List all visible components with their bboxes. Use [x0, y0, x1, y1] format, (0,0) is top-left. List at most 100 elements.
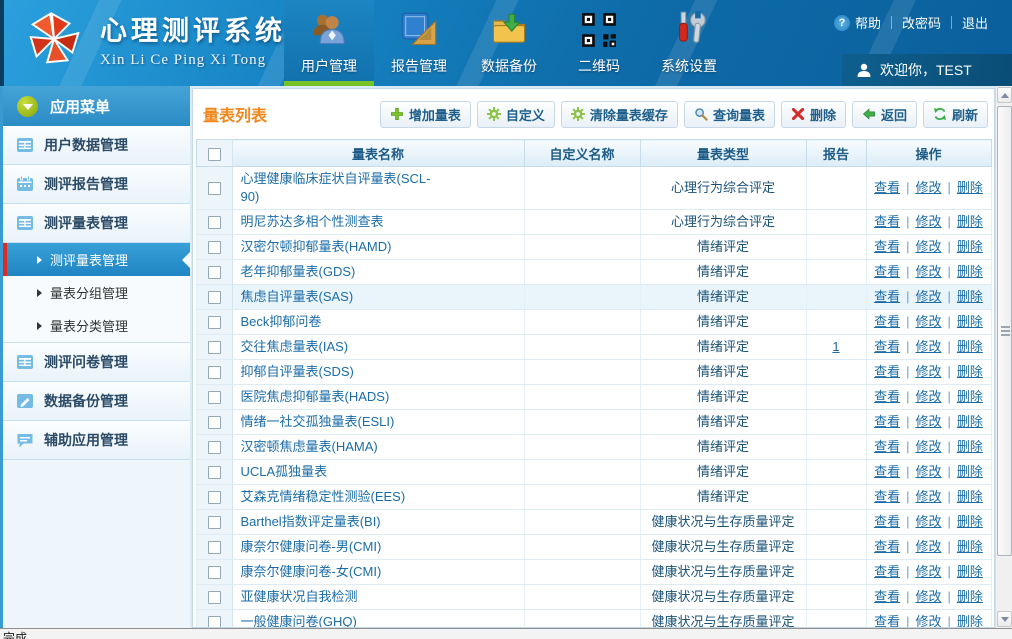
view-link[interactable]: 查看	[874, 514, 900, 529]
refresh-button[interactable]: 刷新	[923, 101, 988, 128]
edit-link[interactable]: 修改	[915, 414, 941, 429]
view-link[interactable]: 查看	[874, 239, 900, 254]
row-checkbox[interactable]	[208, 241, 221, 254]
edit-link[interactable]: 修改	[915, 564, 941, 579]
sidebar-item-report-management[interactable]: 测评报告管理	[3, 165, 190, 204]
delete-link[interactable]: 删除	[957, 614, 983, 628]
sidebar-subitem-scale-category[interactable]: 量表分类管理	[3, 309, 190, 342]
view-link[interactable]: 查看	[874, 589, 900, 604]
scale-name-link[interactable]: Beck抑郁问卷	[241, 313, 322, 331]
sidebar-item-data-backup[interactable]: 数据备份管理	[3, 382, 190, 421]
view-link[interactable]: 查看	[874, 489, 900, 504]
edit-link[interactable]: 修改	[915, 514, 941, 529]
view-link[interactable]: 查看	[874, 339, 900, 354]
delete-link[interactable]: 删除	[957, 414, 983, 429]
row-checkbox[interactable]	[208, 466, 221, 479]
view-link[interactable]: 查看	[874, 314, 900, 329]
view-link[interactable]: 查看	[874, 539, 900, 554]
scale-name-link[interactable]: UCLA孤独量表	[241, 463, 328, 481]
scale-name-link[interactable]: 康奈尔健康问卷-男(CMI)	[241, 538, 382, 556]
view-link[interactable]: 查看	[874, 439, 900, 454]
view-link[interactable]: 查看	[874, 289, 900, 304]
sidebar-item-questionnaire[interactable]: 测评问卷管理	[3, 343, 190, 382]
edit-link[interactable]: 修改	[915, 389, 941, 404]
view-link[interactable]: 查看	[874, 464, 900, 479]
delete-link[interactable]: 删除	[957, 514, 983, 529]
nav-system-settings[interactable]: 系统设置	[644, 0, 734, 86]
view-link[interactable]: 查看	[874, 414, 900, 429]
delete-button[interactable]: 删除	[781, 101, 846, 128]
edit-link[interactable]: 修改	[915, 264, 941, 279]
edit-link[interactable]: 修改	[915, 239, 941, 254]
delete-link[interactable]: 删除	[957, 264, 983, 279]
nav-report-management[interactable]: 报告管理	[374, 0, 464, 86]
scale-name-link[interactable]: 交往焦虑量表(IAS)	[241, 338, 349, 356]
query-scale-button[interactable]: 查询量表	[684, 101, 775, 128]
delete-link[interactable]: 删除	[957, 589, 983, 604]
edit-link[interactable]: 修改	[915, 339, 941, 354]
delete-link[interactable]: 删除	[957, 214, 983, 229]
row-checkbox[interactable]	[208, 182, 221, 195]
row-checkbox[interactable]	[208, 266, 221, 279]
delete-link[interactable]: 删除	[957, 289, 983, 304]
edit-link[interactable]: 修改	[915, 539, 941, 554]
back-button[interactable]: 返回	[852, 101, 917, 128]
row-checkbox[interactable]	[208, 616, 221, 628]
row-checkbox[interactable]	[208, 216, 221, 229]
edit-link[interactable]: 修改	[915, 214, 941, 229]
row-checkbox[interactable]	[208, 516, 221, 529]
edit-link[interactable]: 修改	[915, 289, 941, 304]
scale-name-link[interactable]: 医院焦虑抑郁量表(HADS)	[241, 388, 390, 406]
view-link[interactable]: 查看	[874, 564, 900, 579]
sidebar-subitem-scale-management[interactable]: 测评量表管理	[3, 243, 190, 276]
scale-name-link[interactable]: 艾森克情绪稳定性测验(EES)	[241, 488, 406, 506]
scale-name-link[interactable]: 明尼苏达多相个性测查表	[241, 213, 384, 231]
delete-link[interactable]: 删除	[957, 564, 983, 579]
delete-link[interactable]: 删除	[957, 364, 983, 379]
nav-data-backup[interactable]: 数据备份	[464, 0, 554, 86]
view-link[interactable]: 查看	[874, 214, 900, 229]
delete-link[interactable]: 删除	[957, 539, 983, 554]
nav-qrcode[interactable]: 二维码	[554, 0, 644, 86]
help-link[interactable]: ? 帮助	[824, 13, 891, 32]
scale-name-link[interactable]: 汉密顿焦虑量表(HAMA)	[241, 438, 378, 456]
scrollbar-thumb[interactable]	[997, 106, 1012, 556]
vertical-scrollbar[interactable]	[995, 86, 1012, 628]
row-checkbox[interactable]	[208, 291, 221, 304]
row-checkbox[interactable]	[208, 441, 221, 454]
view-link[interactable]: 查看	[874, 264, 900, 279]
row-checkbox[interactable]	[208, 566, 221, 579]
row-checkbox[interactable]	[208, 541, 221, 554]
nav-user-management[interactable]: 用户管理	[284, 0, 374, 86]
delete-link[interactable]: 删除	[957, 180, 983, 195]
app-menu-header[interactable]: 应用菜单	[3, 86, 190, 126]
scroll-down-button[interactable]	[997, 611, 1012, 627]
change-password-link[interactable]: 改密码	[892, 13, 951, 32]
scale-name-link[interactable]: 亚健康状况自我检测	[241, 588, 358, 606]
scroll-up-button[interactable]	[997, 87, 1012, 103]
report-count-link[interactable]: 1	[832, 339, 839, 354]
sidebar-item-scale-management[interactable]: 测评量表管理	[3, 204, 190, 243]
scale-name-link[interactable]: 焦虑自评量表(SAS)	[241, 288, 354, 306]
logout-link[interactable]: 退出	[952, 13, 998, 32]
delete-link[interactable]: 删除	[957, 439, 983, 454]
edit-link[interactable]: 修改	[915, 180, 941, 195]
delete-link[interactable]: 删除	[957, 489, 983, 504]
row-checkbox[interactable]	[208, 416, 221, 429]
scale-name-link[interactable]: 汉密尔顿抑郁量表(HAMD)	[241, 238, 392, 256]
row-checkbox[interactable]	[208, 391, 221, 404]
view-link[interactable]: 查看	[874, 180, 900, 195]
add-scale-button[interactable]: 增加量表	[380, 101, 471, 128]
sidebar-item-user-data[interactable]: 用户数据管理	[3, 126, 190, 165]
delete-link[interactable]: 删除	[957, 314, 983, 329]
scale-name-link[interactable]: 抑郁自评量表(SDS)	[241, 363, 354, 381]
row-checkbox[interactable]	[208, 341, 221, 354]
edit-link[interactable]: 修改	[915, 614, 941, 628]
edit-link[interactable]: 修改	[915, 589, 941, 604]
row-checkbox[interactable]	[208, 316, 221, 329]
scale-name-link[interactable]: 老年抑郁量表(GDS)	[241, 263, 356, 281]
row-checkbox[interactable]	[208, 366, 221, 379]
edit-link[interactable]: 修改	[915, 364, 941, 379]
edit-link[interactable]: 修改	[915, 314, 941, 329]
row-checkbox[interactable]	[208, 591, 221, 604]
